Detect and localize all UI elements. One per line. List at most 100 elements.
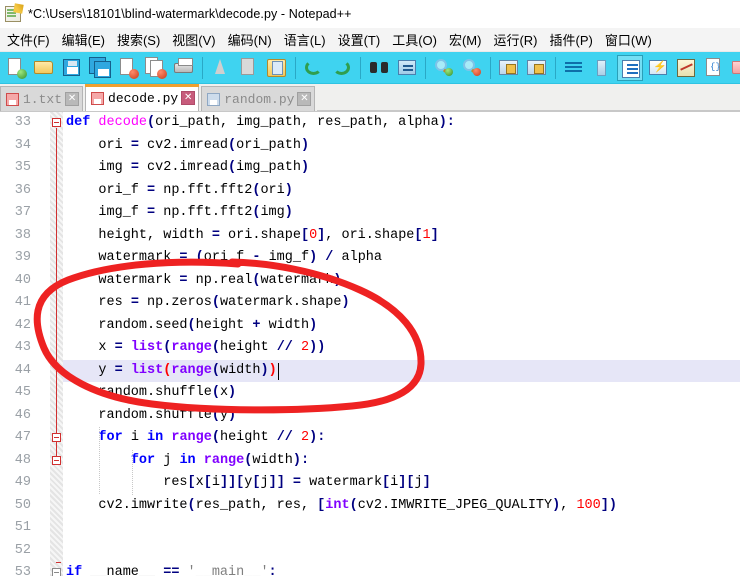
line-number: 48 (14, 452, 31, 468)
save-icon[interactable] (59, 55, 85, 81)
code-editor[interactable]: 33 34 35 36 37 38 39 40 41 42 43 44 45 4… (0, 112, 740, 576)
sync-vertical-scroll-icon[interactable] (496, 55, 522, 81)
tab-close-icon[interactable]: ✕ (181, 91, 196, 105)
code-line-34[interactable]: ori = cv2.imread(ori_path) (63, 135, 740, 158)
line-number: 44 (14, 362, 31, 378)
code-line-51[interactable] (63, 517, 740, 540)
bookmark-margin[interactable] (36, 112, 50, 576)
code-line-45[interactable]: random.shuffle(x) (63, 382, 740, 405)
line-number: 36 (14, 182, 31, 198)
fold-range-line (56, 128, 57, 462)
menu-bar: 文件(F) 编辑(E) 搜索(S) 视图(V) 编码(N) 语言(L) 设置(T… (0, 28, 740, 52)
menu-search[interactable]: 搜索(S) (111, 28, 166, 52)
tab-close-icon[interactable]: ✕ (297, 92, 312, 106)
code-line-47[interactable]: for i in range(height // 2): (63, 427, 740, 450)
menu-tools[interactable]: 工具(O) (386, 28, 443, 52)
ui-userdefined-dialog-icon[interactable] (645, 55, 671, 81)
code-line-42[interactable]: random.seed(height + width) (63, 315, 740, 338)
code-line-49[interactable]: res[x[i]][y[j]] = watermark[i][j] (63, 472, 740, 495)
menu-language[interactable]: 语言(L) (278, 28, 332, 52)
document-map-icon[interactable] (673, 55, 699, 81)
modified-file-icon (6, 92, 19, 106)
fold-collapse-icon-line-33[interactable] (52, 118, 61, 127)
code-line-52[interactable] (63, 540, 740, 563)
code-line-38[interactable]: height, width = ori.shape[0], ori.shape[… (63, 225, 740, 248)
line-number: 52 (14, 542, 31, 558)
fold-collapse-icon-line-47[interactable] (52, 433, 61, 442)
code-line-50[interactable]: cv2.imwrite(res_path, res, [int(cv2.IMWR… (63, 495, 740, 518)
sync-horizontal-scroll-icon[interactable] (524, 55, 550, 81)
fold-margin[interactable] (50, 112, 63, 576)
fold-collapse-icon-line-48[interactable] (52, 455, 61, 465)
tab-1-txt[interactable]: 1.txt ✕ (0, 86, 84, 111)
line-number: 40 (14, 272, 31, 288)
print-icon[interactable] (171, 55, 197, 81)
window-title: *C:\Users\18101\blind-watermark\decode.p… (28, 6, 352, 21)
menu-view[interactable]: 视图(V) (166, 28, 221, 52)
code-line-53[interactable]: if __name__ == '__main__': (63, 562, 740, 576)
line-number: 51 (14, 520, 31, 535)
line-number: 42 (14, 317, 31, 333)
zoom-out-icon[interactable] (459, 55, 485, 81)
cut-icon[interactable] (208, 55, 234, 81)
close-all-files-icon[interactable] (143, 55, 169, 81)
show-all-characters-icon[interactable] (589, 55, 615, 81)
redo-icon[interactable] (329, 55, 355, 81)
tab-decode-py[interactable]: decode.py ✕ (85, 84, 200, 111)
text-caret (278, 363, 279, 380)
copy-icon[interactable] (236, 55, 262, 81)
close-file-icon[interactable] (115, 55, 141, 81)
line-number: 33 (14, 115, 31, 130)
line-number: 38 (14, 227, 31, 243)
code-line-43[interactable]: x = list(range(height // 2)) (63, 337, 740, 360)
code-line-48[interactable]: for j in range(width): (63, 450, 740, 473)
folder-as-workspace-icon[interactable] (729, 55, 740, 81)
toolbar (0, 52, 740, 84)
save-all-icon[interactable] (87, 55, 113, 81)
menu-run[interactable]: 运行(R) (487, 28, 543, 52)
code-line-37[interactable]: img_f = np.fft.fft2(img) (63, 202, 740, 225)
code-line-41[interactable]: res = np.zeros(watermark.shape) (63, 292, 740, 315)
menu-file[interactable]: 文件(F) (1, 28, 56, 52)
line-number: 47 (14, 430, 31, 445)
line-number: 46 (14, 407, 31, 423)
tab-label: 1.txt (23, 91, 63, 107)
code-line-46[interactable]: random.shuffle(y) (63, 405, 740, 428)
word-wrap-icon[interactable] (561, 55, 587, 81)
tab-close-icon[interactable]: ✕ (65, 92, 80, 106)
tab-bar-empty-area (317, 85, 740, 111)
code-line-44[interactable]: y = list(range(width)) (63, 359, 740, 382)
find-icon[interactable] (366, 55, 392, 81)
function-list-icon[interactable] (701, 55, 727, 81)
code-line-39[interactable]: watermark = (ori_f - img_f) / alpha (63, 247, 740, 270)
tab-label: decode.py (108, 90, 179, 106)
modified-file-icon (91, 91, 105, 105)
fold-range-end (56, 562, 61, 563)
toolbar-separator (360, 56, 361, 79)
menu-plugins[interactable]: 插件(P) (544, 28, 599, 52)
code-line-33[interactable]: def decode(ori_path, img_path, res_path,… (63, 112, 740, 135)
paste-icon[interactable] (264, 55, 290, 81)
menu-settings[interactable]: 设置(T) (332, 28, 387, 52)
show-indent-guide-icon[interactable] (617, 54, 643, 81)
menu-encoding[interactable]: 编码(N) (222, 28, 278, 52)
code-line-40[interactable]: watermark = np.real(watermark) (63, 270, 740, 293)
fold-collapse-icon-line-53[interactable] (52, 568, 61, 576)
undo-icon[interactable] (301, 55, 327, 81)
code-line-35[interactable]: img = cv2.imread(img_path) (63, 157, 740, 180)
code-text-area[interactable]: def decode(ori_path, img_path, res_path,… (63, 112, 740, 576)
tab-label: random.py (224, 91, 295, 107)
toolbar-separator (295, 56, 296, 79)
replace-icon[interactable] (394, 55, 420, 81)
line-number: 34 (14, 137, 31, 153)
tab-random-py[interactable]: random.py ✕ (201, 86, 316, 111)
menu-macro[interactable]: 宏(M) (443, 28, 488, 52)
open-file-icon[interactable] (31, 55, 57, 81)
toolbar-separator (202, 56, 203, 79)
menu-edit[interactable]: 编辑(E) (56, 28, 111, 52)
indent-guide (99, 427, 100, 495)
new-file-icon[interactable] (3, 55, 29, 81)
zoom-in-icon[interactable] (431, 55, 457, 81)
code-line-36[interactable]: ori_f = np.fft.fft2(ori) (63, 180, 740, 203)
menu-window[interactable]: 窗口(W) (599, 28, 658, 52)
